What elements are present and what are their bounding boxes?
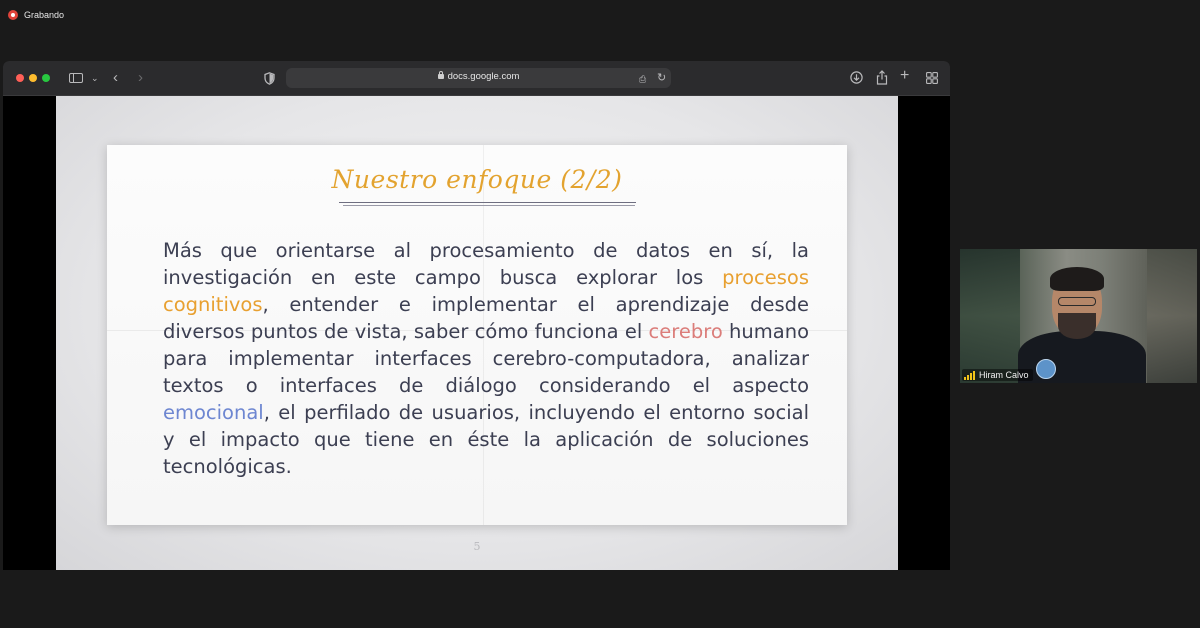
browser-toolbar: ⌄ ‹ › docs.google.com ⎙ ↻ + [3, 61, 950, 96]
participant-name: Hiram Calvo [979, 370, 1029, 380]
title-underline [339, 202, 636, 203]
zoom-window-button[interactable] [42, 74, 50, 82]
share-icon[interactable] [876, 70, 888, 85]
download-icon[interactable] [850, 71, 863, 84]
tab-overview-icon[interactable] [926, 72, 938, 84]
participant-name-label: Hiram Calvo [962, 369, 1033, 381]
participant-beard [1058, 313, 1096, 339]
url-text: docs.google.com [447, 71, 520, 82]
background-blur [960, 249, 1020, 383]
recording-label: Grabando [24, 10, 65, 20]
translate-icon[interactable]: ⎙ [639, 70, 646, 88]
browser-window: ⌄ ‹ › docs.google.com ⎙ ↻ + Nuestro enfo… [3, 61, 950, 570]
participant-hair [1050, 267, 1104, 291]
shield-icon[interactable] [264, 72, 275, 85]
paper-card: Nuestro enfoque (2/2) Más que orientarse… [107, 145, 847, 525]
page-content: Nuestro enfoque (2/2) Más que orientarse… [3, 96, 950, 570]
sidebar-icon[interactable] [69, 73, 83, 83]
reload-icon[interactable]: ↻ [657, 69, 666, 87]
new-tab-icon[interactable]: + [900, 67, 909, 85]
lock-icon [437, 71, 444, 79]
record-icon [8, 10, 18, 20]
chevron-down-icon[interactable]: ⌄ [91, 69, 99, 87]
presentation-slide: Nuestro enfoque (2/2) Más que orientarse… [56, 96, 898, 570]
participant-video-tile[interactable]: Hiram Calvo [960, 249, 1197, 383]
slide-page-number: 5 [473, 540, 481, 553]
body-text-part: Más que orientarse al procesamiento de d… [163, 239, 809, 289]
slide-title: Nuestro enfoque (2/2) [331, 165, 623, 194]
close-window-button[interactable] [16, 74, 24, 82]
highlight-emotional: emocional [163, 401, 264, 424]
back-icon[interactable]: ‹ [113, 69, 118, 87]
recording-indicator: Grabando [8, 10, 64, 20]
forward-icon[interactable]: › [138, 69, 143, 87]
shirt-logo-badge [1036, 359, 1056, 379]
background-blur [1147, 249, 1197, 383]
address-bar[interactable]: docs.google.com ⎙ ↻ [286, 68, 671, 88]
signal-bars-icon [964, 370, 975, 380]
highlight-brain: cerebro [648, 320, 723, 343]
participant-glasses [1058, 297, 1096, 306]
slide-body-text: Más que orientarse al procesamiento de d… [163, 237, 809, 480]
minimize-window-button[interactable] [29, 74, 37, 82]
title-underline-secondary [343, 205, 635, 206]
